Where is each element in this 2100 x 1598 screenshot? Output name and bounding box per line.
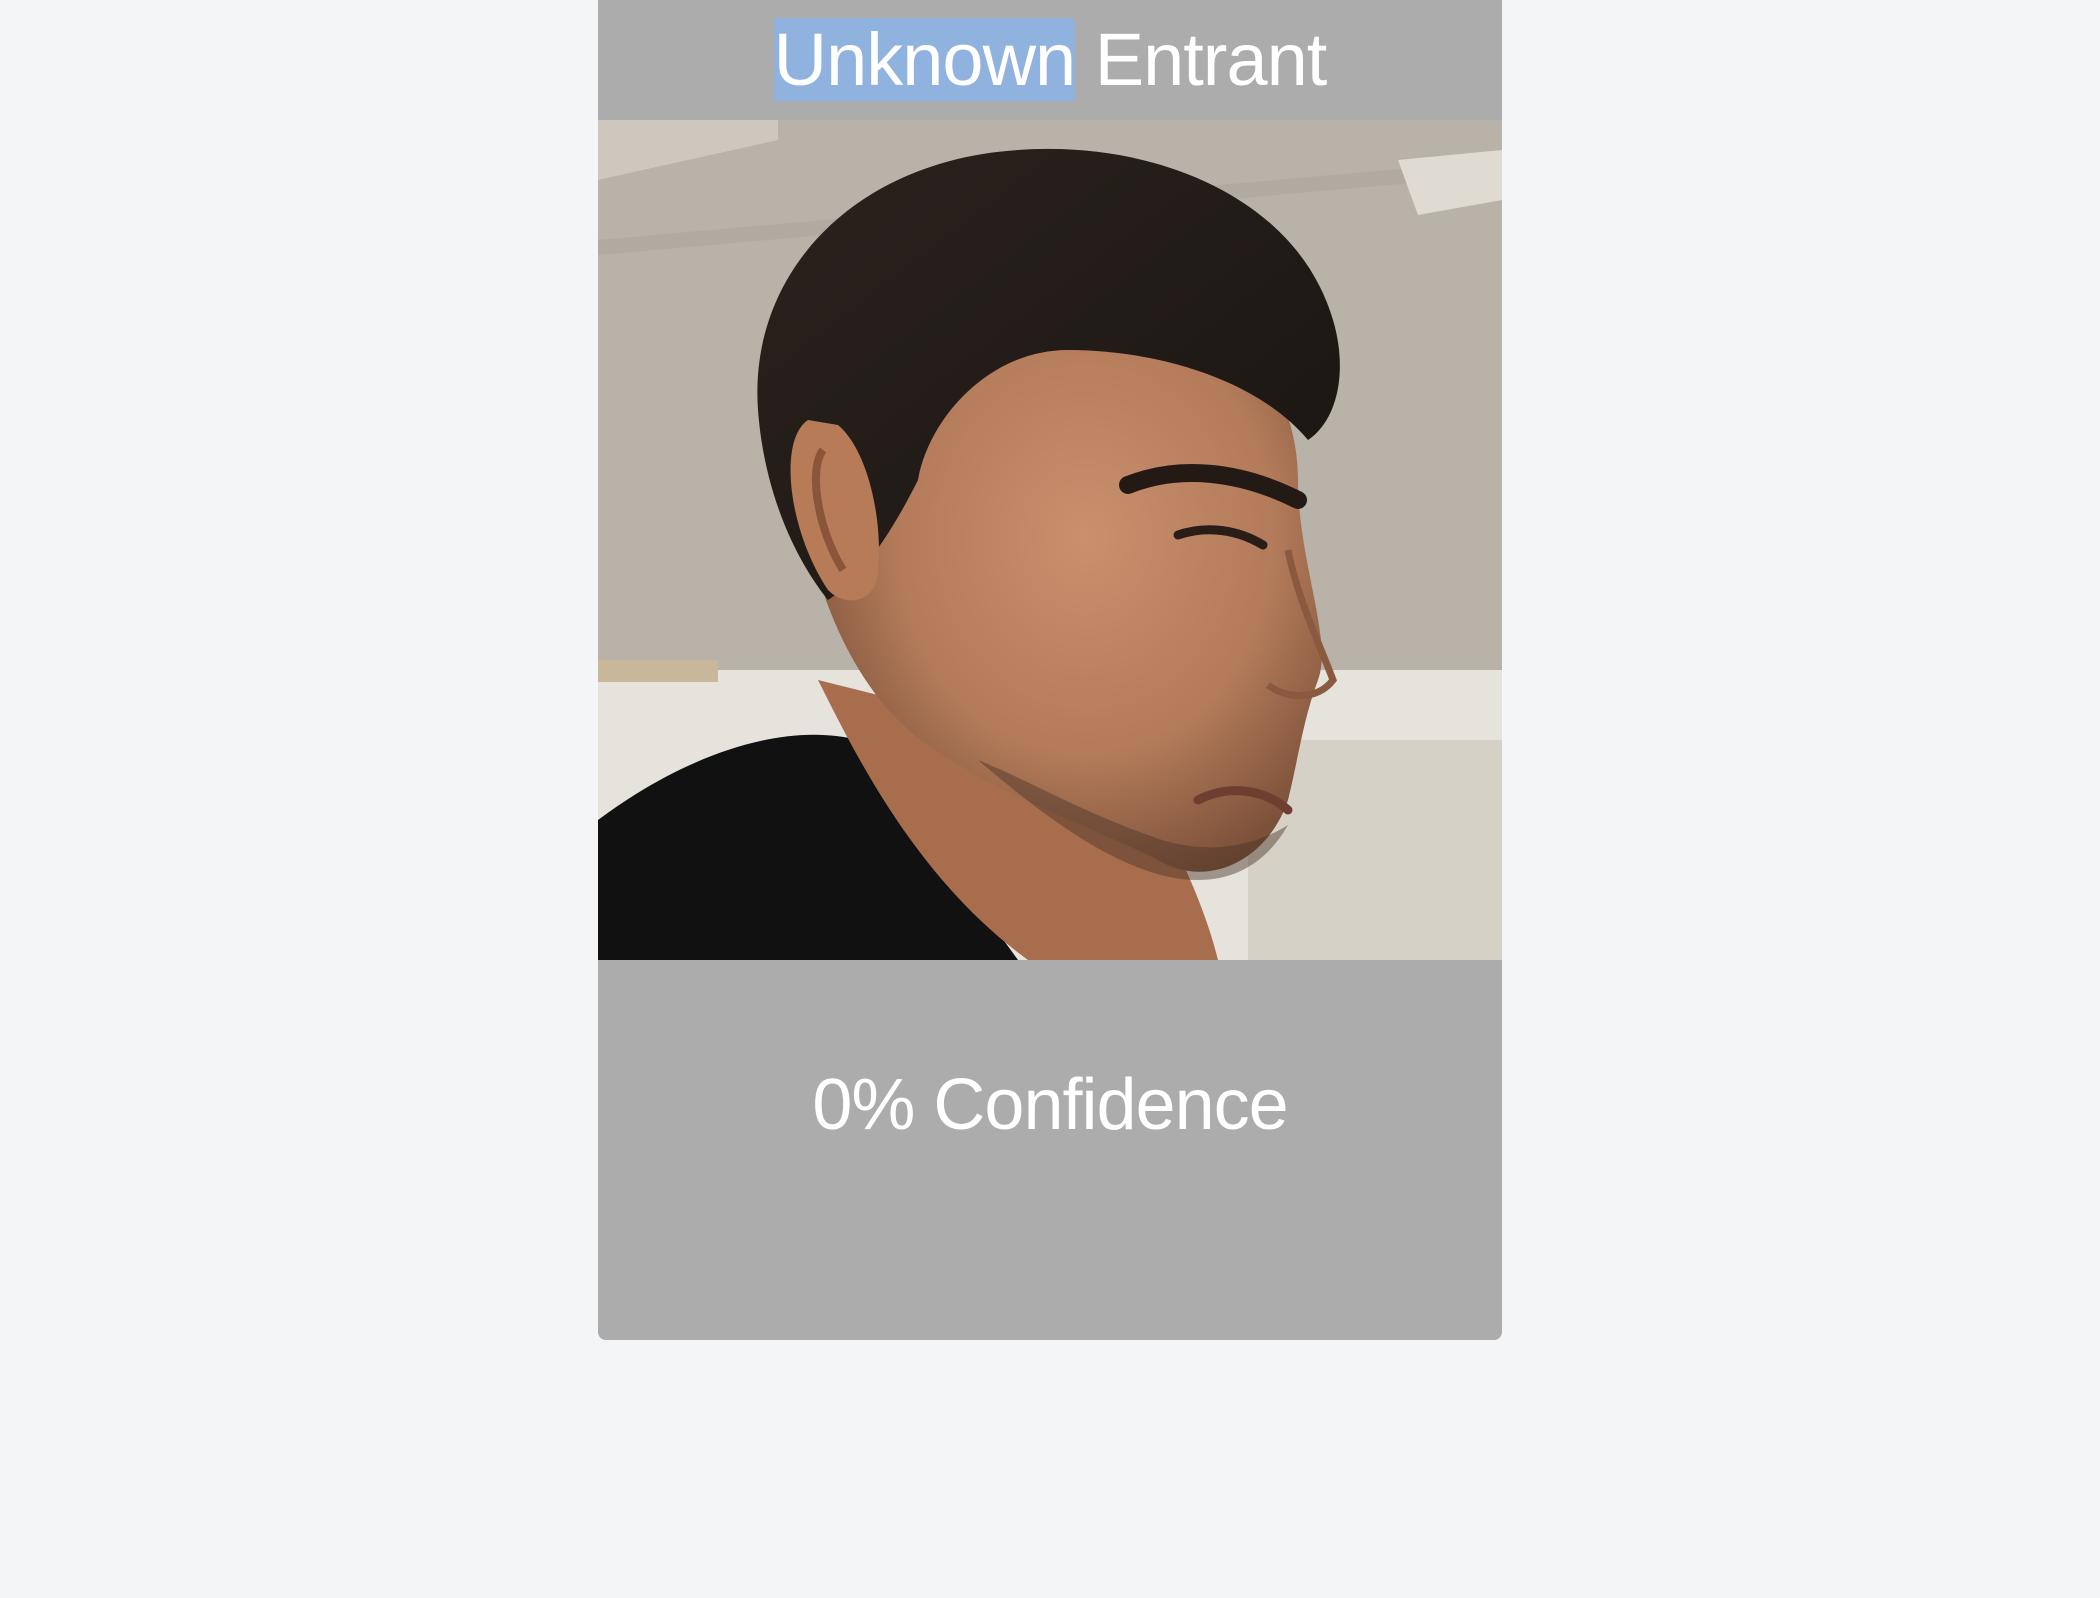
card-header: Unknown Entrant	[598, 0, 1502, 120]
entrant-card: Unknown Entrant 0% Confidence	[598, 0, 1502, 1340]
confidence-label: Confidence	[933, 1065, 1288, 1145]
title-selected-text[interactable]: Unknown	[773, 18, 1076, 101]
confidence-value: 0%	[812, 1065, 915, 1145]
confidence-readout: 0% Confidence	[598, 1060, 1502, 1150]
entrant-title: Unknown Entrant	[773, 16, 1328, 104]
title-rest-text[interactable]: Entrant	[1095, 18, 1328, 101]
entrant-photo	[598, 120, 1502, 960]
